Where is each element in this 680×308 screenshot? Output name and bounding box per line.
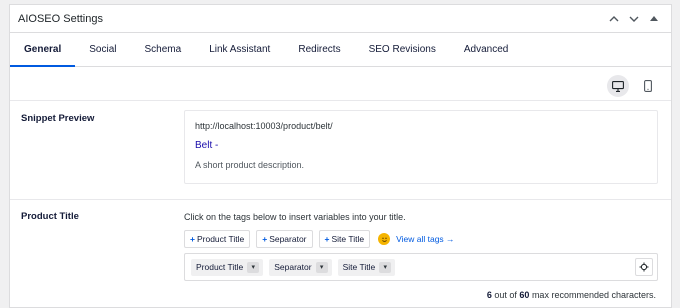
chevron-up-icon[interactable]	[605, 10, 623, 28]
panel-header: AIOSEO Settings	[10, 5, 671, 33]
character-counter: 6 out of 60 max recommended characters.	[487, 290, 656, 300]
plus-icon: +	[190, 234, 195, 244]
section-divider	[10, 100, 671, 101]
add-tag-separator[interactable]: + Separator	[256, 230, 313, 248]
tab-advanced[interactable]: Advanced	[450, 33, 522, 66]
tab-schema[interactable]: Schema	[131, 33, 196, 66]
tag-label: Separator	[269, 234, 307, 244]
mobile-icon[interactable]	[637, 75, 659, 97]
settings-tabs: General Social Schema Link Assistant Red…	[10, 33, 671, 67]
device-toggle	[607, 75, 659, 97]
title-chip-separator[interactable]: Separator ▾	[269, 258, 332, 276]
chevron-down-icon[interactable]: ▾	[379, 261, 392, 273]
chevron-down-icon[interactable]	[625, 10, 643, 28]
add-tag-product-title[interactable]: + Product Title	[184, 230, 251, 248]
char-max: 60	[519, 290, 530, 300]
tag-label: Product Title	[196, 234, 245, 244]
product-title-editor[interactable]: Product Title ▾ Separator ▾ Site Title ▾	[184, 253, 658, 281]
plus-icon: +	[262, 234, 268, 244]
aioseo-settings-panel: AIOSEO Settings General Social Schema Li…	[9, 4, 672, 308]
chip-label: Site Title	[342, 262, 376, 272]
tab-seo-revisions[interactable]: SEO Revisions	[355, 33, 450, 66]
section-divider	[10, 199, 671, 200]
chip-label: Separator	[274, 262, 312, 272]
chevron-down-icon[interactable]: ▾	[247, 261, 260, 273]
plus-icon: +	[324, 234, 330, 244]
add-tag-site-title[interactable]: + Site Title	[318, 230, 371, 248]
tag-buttons: + Product Title + Separator + Site Title Vi…	[184, 230, 455, 248]
tab-redirects[interactable]: Redirects	[284, 33, 354, 66]
chevron-down-icon[interactable]: ▾	[315, 261, 328, 273]
char-count-middle: out of	[494, 290, 517, 300]
chip-label: Product Title	[196, 262, 244, 272]
char-count-suffix: max recommended characters.	[531, 290, 656, 300]
tab-general[interactable]: General	[10, 33, 76, 67]
char-count: 6	[486, 290, 492, 300]
caret-up-icon[interactable]	[645, 10, 663, 28]
snippet-preview: http://localhost:10003/product/belt/ Bel…	[184, 110, 658, 184]
product-title-label: Product Title	[21, 211, 79, 222]
panel-title: AIOSEO Settings	[18, 12, 103, 25]
snippet-preview-label: Snippet Preview	[21, 113, 95, 124]
snippet-description: A short product description.	[195, 160, 305, 170]
title-chip-product-title[interactable]: Product Title ▾	[191, 258, 264, 276]
tab-link-assistant[interactable]: Link Assistant	[195, 33, 284, 66]
tab-social[interactable]: Social	[75, 33, 130, 66]
desktop-icon[interactable]	[607, 75, 629, 97]
title-chip-site-title[interactable]: Site Title ▾	[337, 258, 396, 276]
view-all-tags-link[interactable]: View all tags →	[396, 234, 454, 244]
snippet-url: http://localhost:10003/product/belt/	[195, 121, 333, 131]
tag-label: Site Title	[331, 234, 365, 244]
snippet-title: Belt -	[195, 140, 219, 151]
product-title-help: Click on the tags below to insert variab…	[184, 212, 406, 222]
emoji-icon[interactable]	[378, 233, 391, 245]
settings-icon[interactable]	[635, 258, 653, 276]
